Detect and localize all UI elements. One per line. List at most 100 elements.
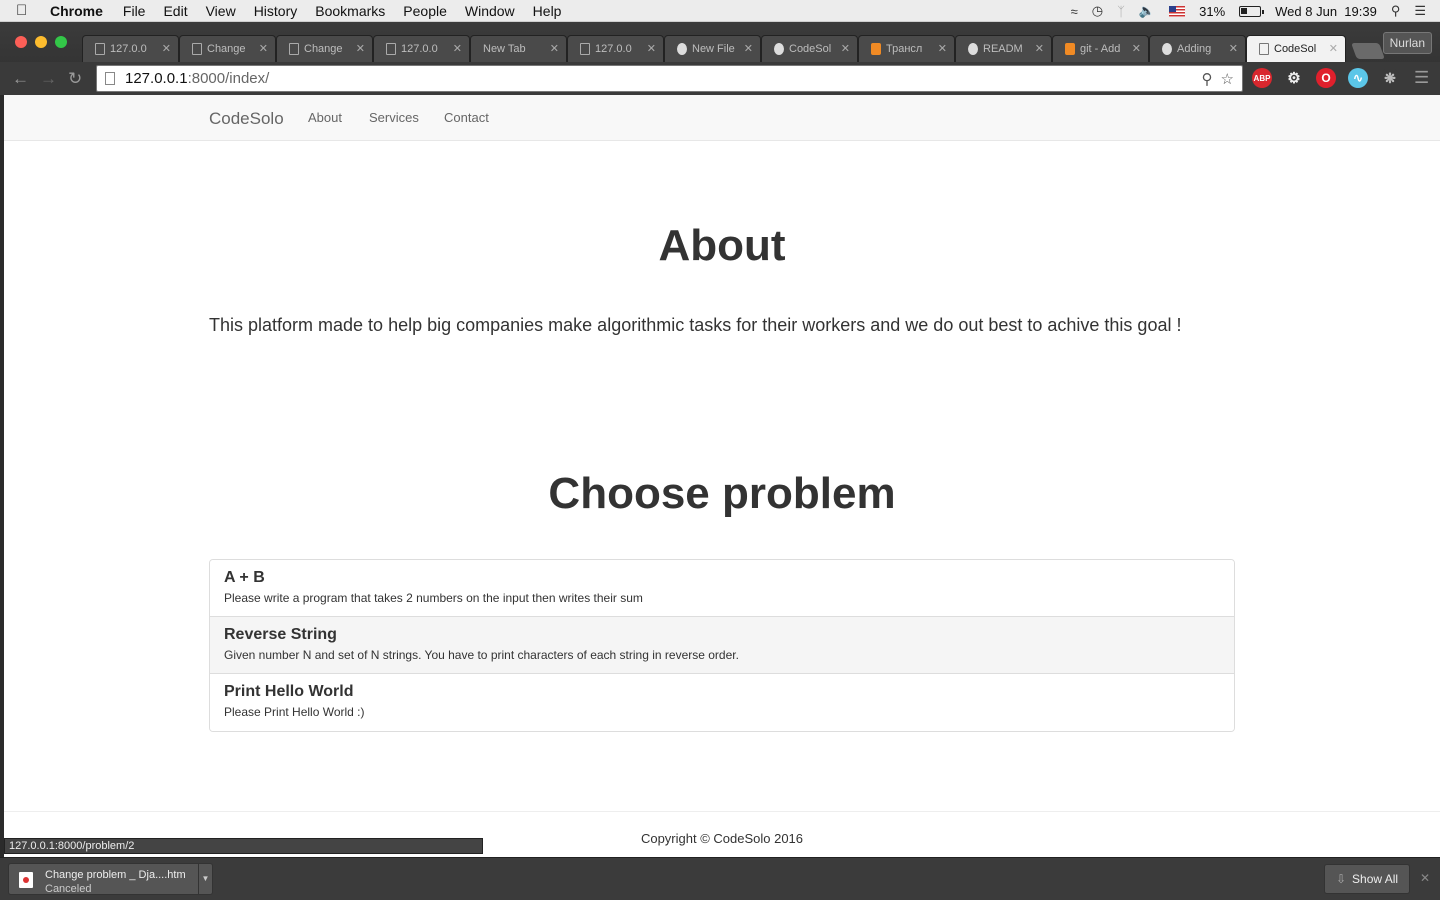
tab[interactable]: git - Add ✕ (1052, 35, 1149, 62)
tab[interactable]: Change ✕ (276, 35, 373, 62)
menu-bar-status-area: ≈ ◷ ᛉ 🔈 31% Wed 8 Jun 19:39 ⚲ ☰ (1071, 0, 1426, 22)
close-tab-icon[interactable]: ✕ (1035, 42, 1044, 55)
page-viewport: CodeSolo About Services Contact About Th… (4, 95, 1440, 857)
close-icon[interactable]: ✕ (1420, 871, 1430, 885)
tab[interactable]: CodeSol ✕ (761, 35, 858, 62)
problem-description: Please write a program that takes 2 numb… (224, 591, 643, 605)
chrome-menu-icon[interactable]: ☰ (1414, 68, 1429, 88)
new-tab-button[interactable] (1351, 43, 1385, 59)
input-source-flag-icon[interactable] (1169, 5, 1186, 17)
menu-people[interactable]: People (403, 0, 447, 22)
tab[interactable]: Трансл ✕ (858, 35, 955, 62)
close-tab-icon[interactable]: ✕ (1329, 42, 1338, 55)
tab[interactable]: Change ✕ (179, 35, 276, 62)
wifi-icon[interactable]: ≈ (1071, 4, 1078, 19)
close-tab-icon[interactable]: ✕ (1132, 42, 1141, 55)
back-arrow-icon[interactable]: ← (12, 69, 29, 89)
opera-extension-icon[interactable]: O (1316, 68, 1336, 88)
github-icon (774, 43, 784, 55)
link-status-bubble: 127.0.0.1:8000/problem/2 (4, 838, 483, 854)
minimize-window-button[interactable] (35, 36, 47, 48)
tab-label: Adding (1177, 43, 1212, 55)
close-tab-icon[interactable]: ✕ (550, 42, 559, 55)
github-icon (1162, 43, 1172, 55)
chevron-down-icon[interactable]: ▼ (198, 864, 212, 894)
close-tab-icon[interactable]: ✕ (162, 42, 171, 55)
window-controls (15, 36, 67, 48)
menu-window[interactable]: Window (465, 0, 515, 22)
menu-chrome[interactable]: Chrome (50, 0, 103, 22)
problem-item[interactable]: Reverse String Given number N and set of… (210, 617, 1234, 674)
menu-view[interactable]: View (206, 0, 236, 22)
tab-label: CodeSol (1274, 43, 1317, 55)
page-icon (192, 43, 202, 55)
git-icon (1065, 43, 1075, 55)
close-tab-icon[interactable]: ✕ (259, 42, 268, 55)
menu-history[interactable]: History (254, 0, 298, 22)
notification-center-icon[interactable]: ☰ (1414, 3, 1426, 19)
nav-contact[interactable]: Contact (444, 110, 489, 125)
volume-icon[interactable]: 🔈 (1139, 3, 1155, 19)
close-tab-icon[interactable]: ✕ (356, 42, 365, 55)
nav-services[interactable]: Services (369, 110, 419, 125)
close-tab-icon[interactable]: ✕ (647, 42, 656, 55)
page-icon (289, 43, 299, 55)
close-tab-icon[interactable]: ✕ (453, 42, 462, 55)
url-path: :8000/index/ (187, 70, 270, 87)
forward-arrow-icon[interactable]: → (40, 69, 57, 89)
choose-problem-heading: Choose problem (548, 469, 896, 518)
tab-label: New File (692, 43, 735, 55)
tab[interactable]: Adding ✕ (1149, 35, 1246, 62)
tab-label: Трансл (886, 43, 923, 55)
site-brand[interactable]: CodeSolo (209, 109, 284, 129)
tab[interactable]: 127.0.0 ✕ (373, 35, 470, 62)
reload-icon[interactable]: ↻ (68, 69, 82, 89)
browser-toolbar: ← → ↻ 127.0.0.1:8000/index/ ⚲ ☆ ABP ⚙ O … (0, 62, 1440, 95)
tab-label: New Tab (483, 43, 526, 55)
battery-icon[interactable] (1239, 5, 1265, 17)
tab[interactable]: New Tab ✕ (470, 35, 567, 62)
tab-label: 127.0.0 (401, 43, 438, 55)
nav-about[interactable]: About (308, 110, 342, 125)
close-tab-icon[interactable]: ✕ (1229, 42, 1238, 55)
profile-button[interactable]: Nurlan (1382, 32, 1432, 54)
menu-help[interactable]: Help (533, 0, 562, 22)
page-icon (1259, 43, 1269, 55)
bookmark-star-icon[interactable]: ☆ (1221, 70, 1234, 88)
time-machine-icon[interactable]: ◷ (1092, 3, 1103, 19)
close-tab-icon[interactable]: ✕ (841, 42, 850, 55)
menu-bookmarks[interactable]: Bookmarks (315, 0, 385, 22)
problem-item[interactable]: Print Hello World Please Print Hello Wor… (210, 674, 1234, 731)
zoom-window-button[interactable] (55, 36, 67, 48)
puzzle-extension-icon[interactable]: ❋ (1380, 68, 1400, 88)
tab[interactable]: 127.0.0 ✕ (567, 35, 664, 62)
bluetooth-icon[interactable]: ᛉ (1117, 4, 1125, 19)
menu-edit[interactable]: Edit (163, 0, 187, 22)
clock[interactable]: Wed 8 Jun 19:39 (1275, 4, 1377, 19)
tab-label: Change (207, 43, 246, 55)
zoom-search-icon[interactable]: ⚲ (1202, 70, 1213, 88)
adblock-plus-icon[interactable]: ABP (1252, 68, 1272, 88)
spotlight-search-icon[interactable]: ⚲ (1391, 3, 1401, 19)
problem-item[interactable]: A + B Please write a program that takes … (210, 560, 1234, 617)
menu-file[interactable]: File (123, 0, 146, 22)
close-tab-icon[interactable]: ✕ (938, 42, 947, 55)
translate-icon (871, 43, 881, 55)
problem-title: Print Hello World (224, 683, 354, 700)
tab-label: Change (304, 43, 343, 55)
page-icon (105, 72, 115, 85)
address-bar[interactable]: 127.0.0.1:8000/index/ ⚲ ☆ (96, 65, 1243, 92)
gear-extension-icon[interactable]: ⚙ (1284, 68, 1304, 88)
close-window-button[interactable] (15, 36, 27, 48)
download-item[interactable]: Change problem _ Dja....htm Canceled ▼ (8, 863, 213, 895)
show-all-downloads-button[interactable]: ⇩ Show All (1324, 864, 1410, 894)
tab[interactable]: 127.0.0 ✕ (82, 35, 179, 62)
problem-description: Given number N and set of N strings. You… (224, 648, 739, 662)
tab[interactable]: READM ✕ (955, 35, 1052, 62)
tab-active[interactable]: CodeSol ✕ (1246, 35, 1346, 62)
apple-icon[interactable]:  (16, 0, 36, 22)
close-tab-icon[interactable]: ✕ (744, 42, 753, 55)
swirl-extension-icon[interactable]: ∿ (1348, 68, 1368, 88)
tab[interactable]: New File ✕ (664, 35, 761, 62)
download-shelf: Change problem _ Dja....htm Canceled ▼ ⇩… (0, 857, 1440, 900)
